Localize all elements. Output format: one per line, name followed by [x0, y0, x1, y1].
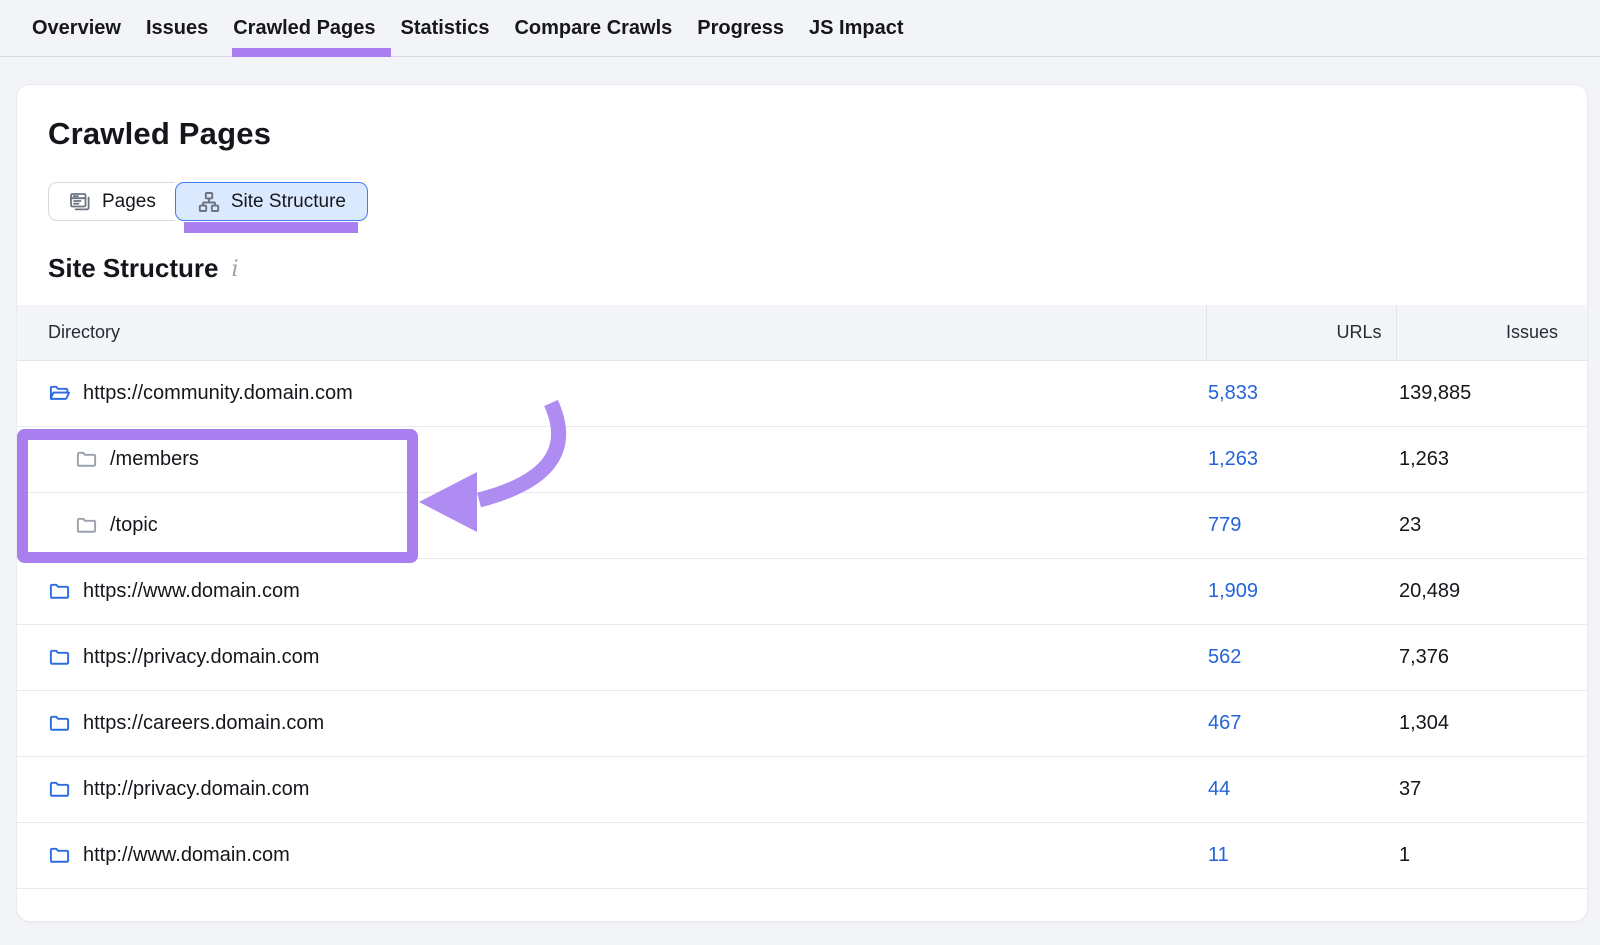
table-row: https://privacy.domain.com 562 7,376 — [17, 624, 1587, 690]
page-title: Crawled Pages — [48, 115, 1587, 153]
site-structure-view-button[interactable]: Site Structure — [175, 182, 368, 221]
directory-link[interactable]: https://careers.domain.com — [83, 712, 324, 735]
sitemap-icon — [197, 190, 221, 214]
folder-icon — [75, 448, 98, 471]
table-header-row: Directory URLs Issues — [17, 305, 1587, 360]
issues-count: 23 — [1399, 514, 1421, 536]
pages-view-button[interactable]: Pages — [48, 182, 175, 221]
issues-count: 37 — [1399, 778, 1421, 800]
folder-icon — [75, 514, 98, 537]
section-head: Site Structure i — [48, 251, 1587, 285]
table-row: https://www.domain.com 1,909 20,489 — [17, 558, 1587, 624]
table-row: /members 1,263 1,263 — [17, 426, 1587, 492]
issues-count: 1 — [1399, 844, 1410, 866]
folder-open-icon — [48, 382, 71, 405]
view-toggle-group: Pages Site Structure — [48, 182, 368, 221]
column-header-issues: Issues — [1396, 305, 1587, 360]
directory-label: /topic — [110, 514, 158, 537]
annotation-toggle-underline — [184, 222, 358, 233]
info-icon[interactable]: i — [232, 254, 239, 282]
table-row: /topic 779 23 — [17, 492, 1587, 558]
table-row: http://www.domain.com 11 1 — [17, 822, 1587, 888]
tab-overview[interactable]: Overview — [32, 0, 121, 56]
pages-view-label: Pages — [102, 191, 156, 213]
urls-count-link[interactable]: 44 — [1208, 778, 1230, 800]
tab-label: Overview — [32, 17, 121, 40]
tab-progress[interactable]: Progress — [697, 0, 784, 56]
tab-js-impact[interactable]: JS Impact — [809, 0, 903, 56]
crawled-pages-card: Crawled Pages Pages — [16, 84, 1588, 922]
tab-label: Crawled Pages — [233, 17, 375, 40]
directory-link[interactable]: http://www.domain.com — [83, 844, 290, 867]
urls-count-link[interactable]: 11 — [1208, 844, 1229, 866]
table-row: http://privacy.domain.com 44 37 — [17, 756, 1587, 822]
issues-count: 20,489 — [1399, 580, 1460, 602]
folder-icon — [48, 712, 71, 735]
table-footer-row — [17, 888, 1587, 920]
folder-icon — [48, 844, 71, 867]
tab-crawled-pages[interactable]: Crawled Pages — [233, 0, 375, 56]
urls-count-link[interactable]: 5,833 — [1208, 382, 1258, 404]
folder-icon — [48, 646, 71, 669]
section-title: Site Structure — [48, 251, 219, 285]
issues-count: 7,376 — [1399, 646, 1449, 668]
folder-icon — [48, 580, 71, 603]
site-structure-view-label: Site Structure — [231, 191, 346, 213]
urls-count-link[interactable]: 1,263 — [1208, 448, 1258, 470]
urls-count-link[interactable]: 779 — [1208, 514, 1241, 536]
directory-link[interactable]: https://community.domain.com — [83, 382, 353, 405]
urls-count-link[interactable]: 562 — [1208, 646, 1241, 668]
column-header-urls: URLs — [1206, 305, 1396, 360]
tab-label: Statistics — [401, 17, 490, 40]
tab-statistics[interactable]: Statistics — [401, 0, 490, 56]
issues-count: 1,304 — [1399, 712, 1449, 734]
table-row: https://community.domain.com 5,833 139,8… — [17, 360, 1587, 426]
tab-compare-crawls[interactable]: Compare Crawls — [514, 0, 672, 56]
directory-link[interactable]: https://privacy.domain.com — [83, 646, 319, 669]
issues-count: 1,263 — [1399, 448, 1449, 470]
site-structure-table: Directory URLs Issues https://community.… — [17, 305, 1587, 920]
column-header-directory: Directory — [17, 305, 1206, 360]
tab-label: Compare Crawls — [514, 17, 672, 40]
tab-issues[interactable]: Issues — [146, 0, 208, 56]
tab-label: Issues — [146, 17, 208, 40]
urls-count-link[interactable]: 467 — [1208, 712, 1241, 734]
issues-count: 139,885 — [1399, 382, 1471, 404]
tab-bar: Overview Issues Crawled Pages Statistics Com… — [0, 0, 1600, 57]
urls-count-link[interactable]: 1,909 — [1208, 580, 1258, 602]
directory-link[interactable]: http://privacy.domain.com — [83, 778, 309, 801]
pages-icon — [68, 190, 92, 214]
table-row: https://careers.domain.com 467 1,304 — [17, 690, 1587, 756]
directory-link[interactable]: https://www.domain.com — [83, 580, 300, 603]
tab-label: Progress — [697, 17, 784, 40]
tab-label: JS Impact — [809, 17, 903, 40]
folder-icon — [48, 778, 71, 801]
directory-label: /members — [110, 448, 199, 471]
